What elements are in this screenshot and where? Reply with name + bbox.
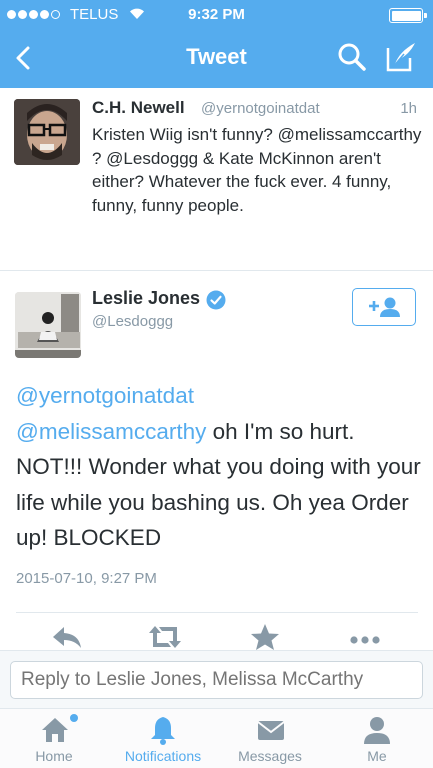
retweet-icon [149, 626, 181, 648]
battery-icon [389, 8, 427, 23]
messages-icon [257, 721, 285, 740]
tweet-text: Kristen Wiig isn't funny? @melissamccart… [92, 125, 422, 215]
favorite-icon [251, 624, 279, 650]
header: TELUS 9:32 PM Tweet [0, 0, 433, 88]
author-name[interactable]: C.H. Newell [92, 98, 185, 118]
tab-messages[interactable]: Messages [226, 709, 314, 768]
status-bar: TELUS 9:32 PM [0, 0, 433, 30]
tab-bar: Home Notifications Messages Me [0, 708, 433, 768]
more-icon [350, 636, 380, 644]
notification-dot [70, 714, 78, 722]
tab-notifications[interactable]: Notifications [113, 709, 213, 768]
add-user-icon [369, 297, 400, 317]
nav-bar: Tweet [0, 30, 433, 88]
me-icon [364, 717, 390, 744]
home-icon [42, 718, 68, 742]
search-button[interactable] [336, 41, 368, 73]
notifications-icon [151, 717, 175, 745]
reply-bar [0, 650, 433, 708]
main-tweet: Leslie Jones @Lesdoggg @yernotgoinatdat … [0, 271, 433, 651]
compose-icon [386, 43, 415, 72]
status-time: 9:32 PM [188, 6, 245, 23]
author-name[interactable]: Leslie Jones [92, 288, 200, 309]
page-title: Tweet [186, 44, 247, 69]
tweet-time: 1h [400, 100, 417, 117]
follow-button[interactable] [352, 288, 416, 326]
mention-link[interactable]: @yernotgoinatdat [16, 383, 194, 408]
author-handle[interactable]: @Lesdoggg [92, 313, 173, 330]
reply-icon [53, 627, 81, 648]
compose-button[interactable] [384, 40, 420, 74]
mention-link[interactable]: @melissamccarthy [16, 419, 206, 444]
tab-label: Notifications [124, 748, 202, 764]
tweet-actions [0, 623, 433, 653]
parent-tweet[interactable]: C.H. Newell @yernotgoinatdat 1h Kristen … [0, 88, 433, 271]
avatar[interactable] [15, 292, 81, 358]
tweet-text: @yernotgoinatdat @melissamccarthy oh I'm… [16, 378, 424, 556]
reply-input[interactable] [10, 661, 423, 699]
tweet-date: 2015-07-10, 9:27 PM [16, 570, 157, 587]
verified-badge-icon [206, 290, 226, 310]
tab-me[interactable]: Me [338, 709, 416, 768]
avatar[interactable] [14, 99, 80, 165]
tab-label: Messages [238, 748, 302, 764]
tab-label: Me [367, 748, 387, 764]
divider [16, 612, 418, 613]
tab-home[interactable]: Home [18, 709, 90, 768]
search-icon [338, 43, 366, 71]
author-handle[interactable]: @yernotgoinatdat [201, 100, 320, 117]
tab-label: Home [35, 748, 73, 764]
